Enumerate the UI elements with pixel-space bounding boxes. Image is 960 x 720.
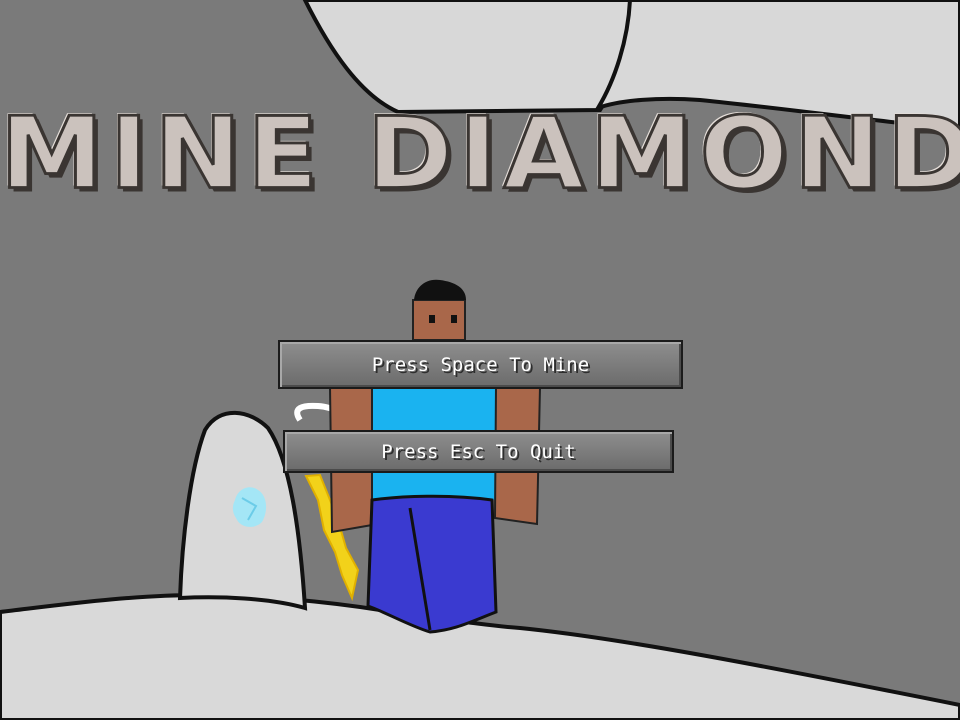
game-title: MINE DIAMONDS xyxy=(0,95,960,212)
mine-button[interactable]: Press Space To Mine xyxy=(278,340,683,389)
quit-button[interactable]: Press Esc To Quit xyxy=(283,430,674,473)
character-head xyxy=(412,299,466,341)
quit-button-label: Press Esc To Quit xyxy=(381,440,576,463)
mine-button-label: Press Space To Mine xyxy=(371,353,590,376)
game-scene: MINE DIAMONDS Press Space To Mine Press … xyxy=(0,0,960,720)
character-right-eye xyxy=(451,315,457,323)
character-pants xyxy=(366,494,498,634)
character-left-eye xyxy=(429,315,435,323)
